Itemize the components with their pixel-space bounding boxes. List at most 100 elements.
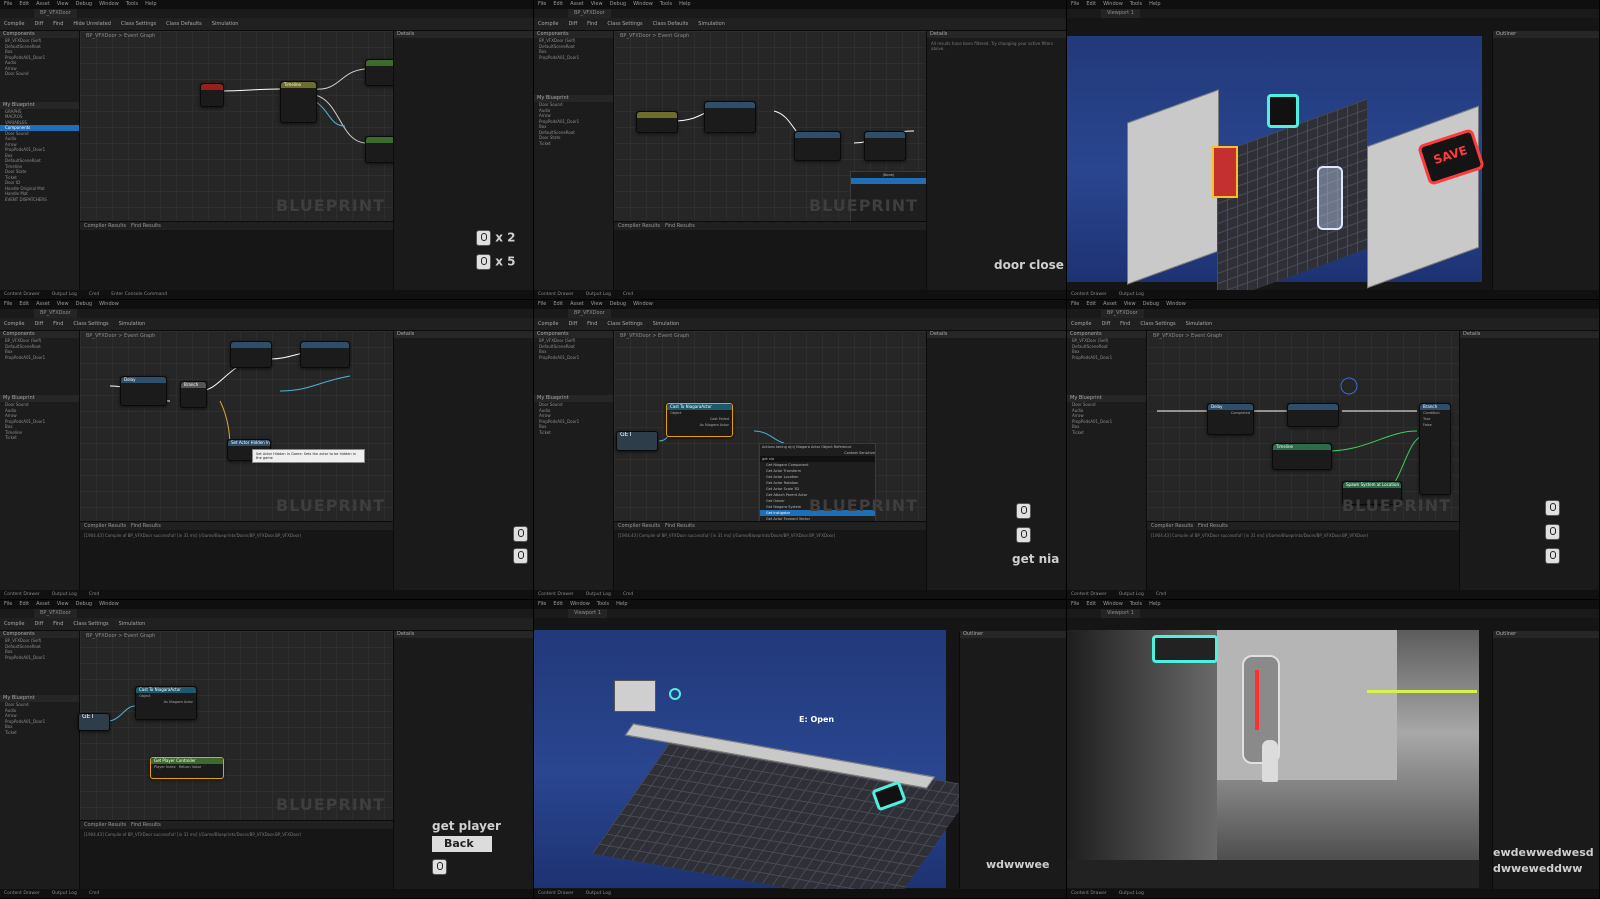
menu-file[interactable]: File bbox=[538, 301, 546, 307]
tab-blueprint[interactable]: BP_VFXDoor bbox=[34, 609, 77, 618]
menu-edit[interactable]: Edit bbox=[19, 601, 29, 607]
class-settings-button[interactable]: Class Settings bbox=[607, 21, 642, 27]
delay-node[interactable]: Delay bbox=[120, 376, 167, 406]
compiler-results-tab[interactable]: Compiler Results bbox=[84, 523, 126, 529]
simulation-button[interactable]: Simulation bbox=[653, 321, 680, 327]
level-viewport[interactable]: SAVE bbox=[1067, 36, 1486, 299]
cmd-button[interactable]: Cmd bbox=[623, 292, 633, 297]
menu-help[interactable]: Help bbox=[1149, 601, 1160, 607]
menu-asset[interactable]: Asset bbox=[570, 301, 584, 307]
content-drawer-button[interactable]: Content Drawer bbox=[4, 891, 40, 896]
menu-edit[interactable]: Edit bbox=[553, 1, 563, 7]
cmd-button[interactable]: Cmd bbox=[89, 592, 99, 597]
menu-file[interactable]: File bbox=[4, 301, 12, 307]
menu-file[interactable]: File bbox=[1071, 601, 1079, 607]
cast-node[interactable]: Cast To NiagaraActor Object Cast Failed … bbox=[666, 403, 733, 437]
menu-debug[interactable]: Debug bbox=[1143, 301, 1159, 307]
simulation-button[interactable]: Simulation bbox=[1186, 321, 1213, 327]
event-graph[interactable]: BP_VFXDoor > Event Graph GET Cast To Nia… bbox=[614, 331, 926, 565]
tab-blueprint[interactable]: BP_VFXDoor bbox=[568, 9, 611, 18]
output-log-button[interactable]: Output Log bbox=[1119, 891, 1144, 896]
output-log-button[interactable]: Output Log bbox=[52, 292, 77, 297]
diff-button[interactable]: Diff bbox=[34, 621, 43, 627]
menu-window[interactable]: Window bbox=[1103, 1, 1123, 7]
menu-edit[interactable]: Edit bbox=[553, 301, 563, 307]
output-log-button[interactable]: Output Log bbox=[586, 592, 611, 597]
content-drawer-button[interactable]: Content Drawer bbox=[1071, 592, 1107, 597]
menu-asset[interactable]: Asset bbox=[36, 1, 50, 7]
bp-var-item[interactable]: Ticket bbox=[534, 141, 613, 147]
content-drawer-button[interactable]: Content Drawer bbox=[1071, 891, 1107, 896]
simulation-button[interactable]: Simulation bbox=[119, 621, 146, 627]
menu-window[interactable]: Window bbox=[99, 601, 119, 607]
menu-edit[interactable]: Edit bbox=[553, 601, 563, 607]
menu-tools[interactable]: Tools bbox=[660, 1, 672, 7]
event-graph[interactable]: BP_VFXDoor > Event Graph (None) BLUEPRIN… bbox=[614, 31, 927, 248]
output-log-button[interactable]: Output Log bbox=[52, 891, 77, 896]
menu-help[interactable]: Help bbox=[679, 1, 690, 7]
cmd-button[interactable]: Cmd bbox=[1156, 592, 1166, 597]
function-node[interactable] bbox=[794, 131, 841, 161]
bp-var-item[interactable]: Ticket bbox=[534, 430, 613, 436]
content-drawer-button[interactable]: Content Drawer bbox=[4, 292, 40, 297]
menu-view[interactable]: View bbox=[57, 301, 69, 307]
compile-button[interactable]: Compile bbox=[1071, 321, 1091, 327]
menu-window[interactable]: Window bbox=[570, 601, 590, 607]
compile-button[interactable]: Compile bbox=[4, 321, 24, 327]
compile-button[interactable]: Compile bbox=[4, 621, 24, 627]
menu-window[interactable]: Window bbox=[1103, 601, 1123, 607]
class-settings-button[interactable]: Class Settings bbox=[1140, 321, 1175, 327]
menu-window[interactable]: Window bbox=[633, 1, 653, 7]
content-drawer-button[interactable]: Content Drawer bbox=[1071, 292, 1107, 297]
find-button[interactable]: Find bbox=[53, 621, 63, 627]
content-drawer-button[interactable]: Content Drawer bbox=[538, 891, 574, 896]
menu-view[interactable]: View bbox=[57, 601, 69, 607]
game-viewport[interactable] bbox=[1067, 630, 1479, 888]
diff-button[interactable]: Diff bbox=[568, 321, 577, 327]
console-input[interactable]: Enter Console Command bbox=[111, 292, 167, 297]
menu-file[interactable]: File bbox=[538, 1, 546, 7]
dropdown-selected-option[interactable] bbox=[851, 178, 926, 184]
menu-edit[interactable]: Edit bbox=[1086, 1, 1096, 7]
event-graph[interactable]: BP_VFXDoor > Event Graph GET Cast To Nia… bbox=[78, 631, 393, 820]
bp-var-item[interactable]: Ticket bbox=[1067, 430, 1146, 436]
get-node[interactable]: GET bbox=[616, 431, 658, 451]
find-button[interactable]: Find bbox=[53, 21, 63, 27]
menu-edit[interactable]: Edit bbox=[19, 301, 29, 307]
compile-button[interactable]: Compile bbox=[4, 21, 24, 27]
menu-edit[interactable]: Edit bbox=[19, 1, 29, 7]
menu-file[interactable]: File bbox=[538, 601, 546, 607]
event-node[interactable] bbox=[200, 83, 224, 107]
play-viewport[interactable]: E: Open bbox=[534, 630, 977, 898]
compiler-results-tab[interactable]: Compiler Results bbox=[1151, 523, 1193, 529]
bp-var-item[interactable]: Ticket bbox=[0, 435, 79, 441]
find-results-tab[interactable]: Find Results bbox=[131, 523, 161, 529]
diff-button[interactable]: Diff bbox=[1101, 321, 1110, 327]
find-results-tab[interactable]: Find Results bbox=[665, 223, 695, 229]
menu-debug[interactable]: Debug bbox=[76, 1, 92, 7]
class-settings-button[interactable]: Class Settings bbox=[73, 621, 108, 627]
as-niagara-pin[interactable]: As Niagara Actor bbox=[667, 422, 732, 428]
find-button[interactable]: Find bbox=[587, 21, 597, 27]
class-defaults-button[interactable]: Class Defaults bbox=[653, 21, 689, 27]
class-settings-button[interactable]: Class Settings bbox=[607, 321, 642, 327]
menu-window[interactable]: Window bbox=[1166, 301, 1186, 307]
tab-viewport[interactable]: Viewport 1 bbox=[568, 609, 607, 618]
event-graph[interactable]: BP_VFXDoor > Event Graph Timeline BLUEPR… bbox=[80, 31, 407, 221]
menu-window[interactable]: Window bbox=[633, 301, 653, 307]
output-log-button[interactable]: Output Log bbox=[52, 592, 77, 597]
branch-node[interactable]: Branch Condition True False bbox=[1419, 403, 1451, 495]
find-results-tab[interactable]: Find Results bbox=[1198, 523, 1228, 529]
menu-file[interactable]: File bbox=[1071, 1, 1079, 7]
delay-node[interactable]: Delay Completed bbox=[1207, 403, 1254, 435]
find-results-tab[interactable]: Find Results bbox=[131, 822, 161, 828]
find-button[interactable]: Find bbox=[1120, 321, 1130, 327]
simulation-button[interactable]: Simulation bbox=[119, 321, 146, 327]
menu-asset[interactable]: Asset bbox=[36, 601, 50, 607]
compiler-results-tab[interactable]: Compiler Results bbox=[618, 523, 660, 529]
tab-blueprint[interactable]: BP_VFXDoor bbox=[568, 309, 611, 318]
menu-help[interactable]: Help bbox=[145, 1, 156, 7]
simulation-button[interactable]: Simulation bbox=[698, 21, 725, 27]
event-graph[interactable]: BP_VFXDoor > Event Graph Delay Completed … bbox=[1147, 331, 1459, 521]
function-node[interactable] bbox=[864, 131, 906, 161]
